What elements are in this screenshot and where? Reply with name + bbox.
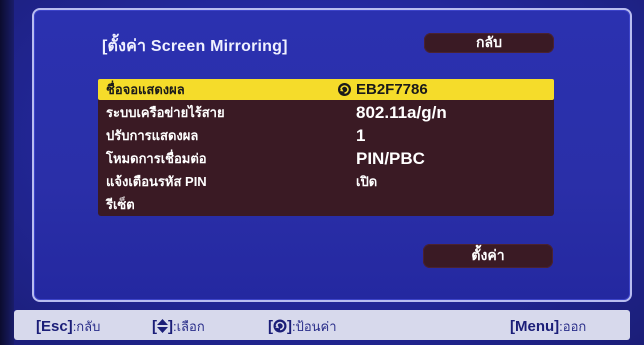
menu-hint-text: :ออก (559, 319, 587, 334)
up-down-arrow-icon (157, 319, 168, 336)
setting-label: ปรับการแสดงผล (106, 128, 199, 143)
menu-title: [ตั้งค่า Screen Mirroring] (102, 38, 288, 55)
enter-hint: []:ป้อนค่า (268, 316, 337, 337)
setting-connection-mode[interactable]: โหมดการเชื่อมต่อ PIN/PBC (98, 148, 554, 169)
setting-value: PIN/PBC (356, 148, 425, 168)
esc-hint: [Esc]:กลับ (36, 316, 100, 337)
setting-pin-notification[interactable]: แจ้งเตือนรหัส PIN เปิด (98, 171, 554, 192)
setting-wireless-network[interactable]: ระบบเครือข่ายไร้สาย 802.11a/g/n (98, 102, 554, 123)
esc-key: [Esc] (36, 318, 73, 335)
back-button[interactable]: กลับ (424, 33, 554, 53)
select-hint-text: :เลือก (173, 319, 205, 334)
esc-hint-text: :กลับ (72, 319, 101, 334)
setting-label: แจ้งเตือนรหัส PIN (106, 174, 207, 189)
setting-value: เปิด (356, 174, 378, 189)
setting-label: ระบบเครือข่ายไร้สาย (106, 105, 225, 120)
setting-label: รีเซ็ต (106, 197, 135, 212)
setting-label: ชื่อจอแสดงผล (106, 82, 185, 97)
edit-enter-icon (338, 83, 351, 96)
setting-value: 802.11a/g/n (356, 102, 447, 122)
setting-label: โหมดการเชื่อมต่อ (106, 151, 207, 166)
enter-hint-text: :ป้อนค่า (292, 319, 337, 334)
menu-key: [Menu] (510, 318, 560, 335)
settings-list: ชื่อจอแสดงผล EB2F7786 ระบบเครือข่ายไร้สา… (98, 79, 554, 216)
setting-display-adjust[interactable]: ปรับการแสดงผล 1 (98, 125, 554, 146)
enter-icon (273, 319, 287, 336)
select-hint: []:เลือก (152, 316, 205, 337)
setting-value: EB2F7786 (356, 81, 428, 98)
setting-reset[interactable]: รีเซ็ต (98, 194, 554, 215)
menu-hint: [Menu]:ออก (510, 316, 586, 337)
setting-value: 1 (356, 125, 366, 145)
setting-display-name[interactable]: ชื่อจอแสดงผล EB2F7786 (98, 79, 554, 100)
screen-edge (0, 0, 14, 345)
key-hint-bar: [Esc]:กลับ []:เลือก []:ป้อนค่า [Menu]:ออ… (14, 310, 630, 340)
set-button[interactable]: ตั้งค่า (423, 244, 553, 268)
